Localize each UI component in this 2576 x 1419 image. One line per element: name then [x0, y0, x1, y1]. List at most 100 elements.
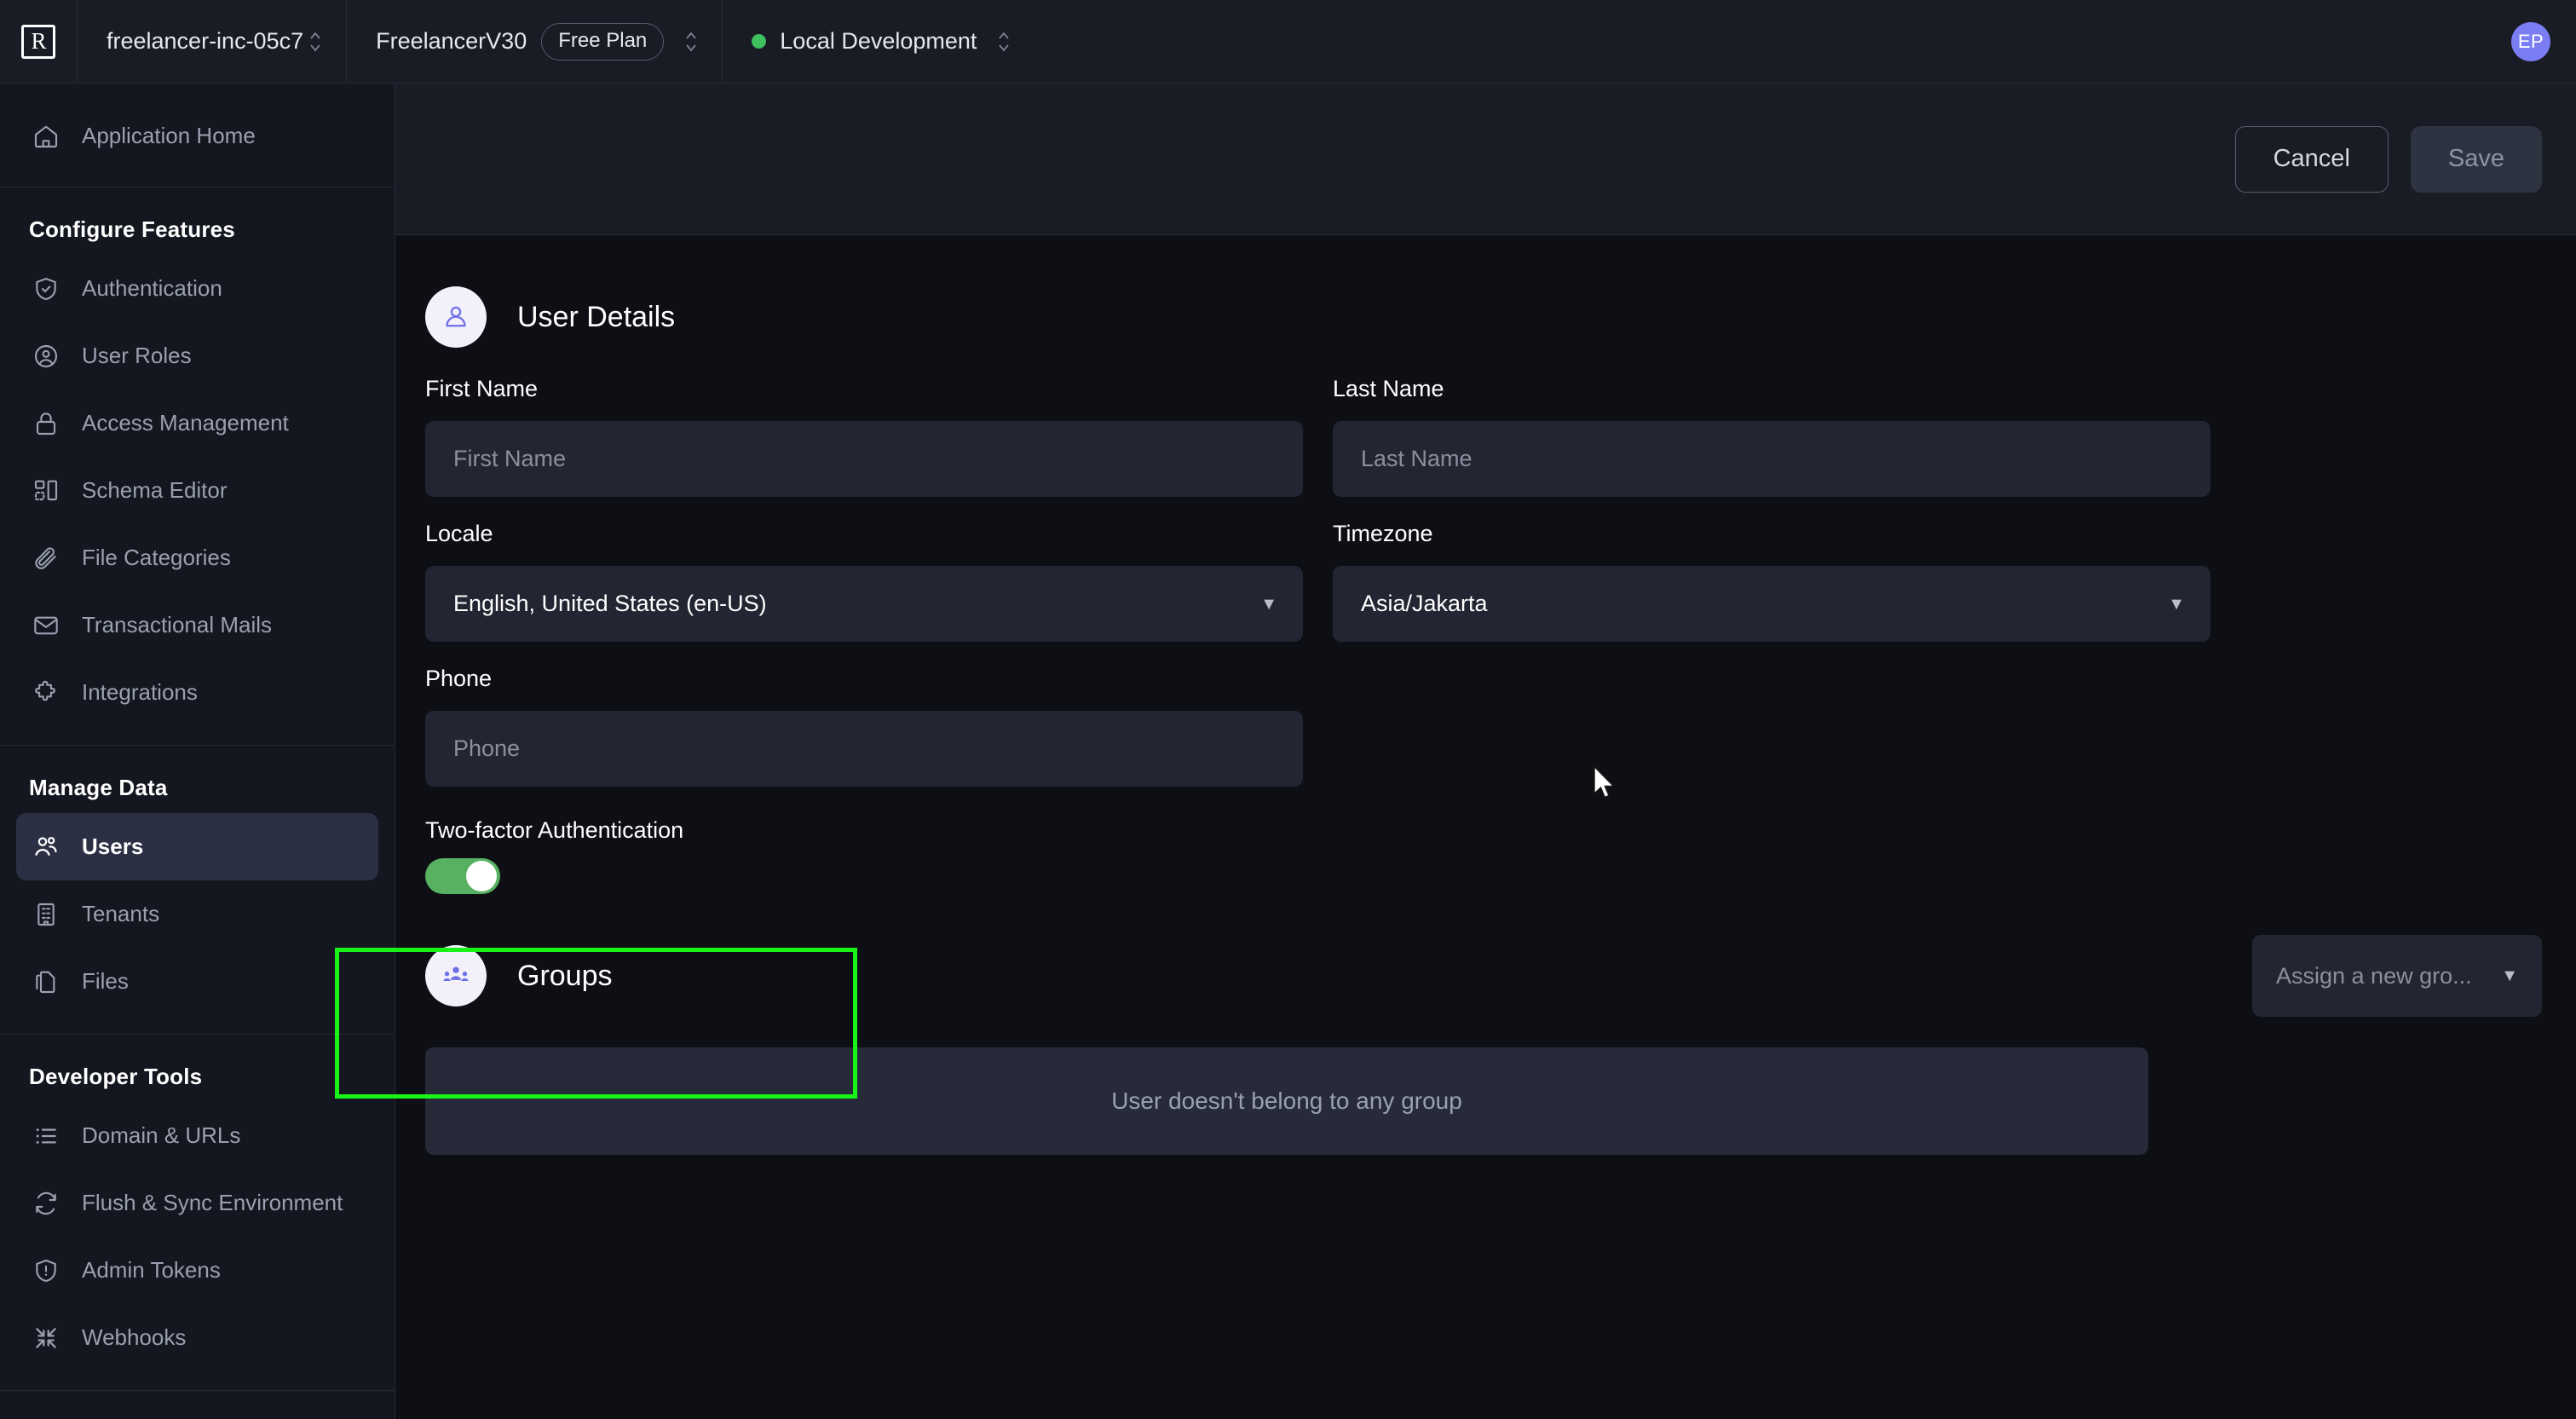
groups-empty-state: User doesn't belong to any group [425, 1047, 2148, 1155]
schema-icon [30, 475, 62, 507]
sidebar-item-integrations[interactable]: Integrations [16, 659, 378, 726]
sidebar-section-developer-tools: Developer Tools Domain & URLs Flush & Sy… [0, 1035, 395, 1391]
sidebar-section-title: Developer Tools [29, 1064, 203, 1089]
two-factor-authentication-group: Two-factor Authentication [395, 817, 2576, 894]
environment-status-dot-icon [752, 34, 767, 49]
last-name-placeholder: Last Name [1361, 446, 1472, 471]
sidebar-item-label: Integrations [82, 679, 198, 705]
sidebar-item-label: Transactional Mails [82, 612, 273, 637]
environment-switcher[interactable]: Local Development [723, 0, 1034, 84]
sidebar-item-webhooks[interactable]: Webhooks [16, 1304, 378, 1371]
locale-select[interactable]: English, United States (en-US) ▼ [425, 566, 1303, 642]
timezone-value: Asia/Jakarta [1361, 591, 1488, 616]
org-name: freelancer-inc-05c7 [107, 28, 304, 54]
sidebar-item-label: Access Management [82, 410, 289, 436]
sidebar-item-label: Application Home [82, 123, 256, 148]
last-name-label: Last Name [1333, 376, 1444, 401]
first-name-field-group: First Name First Name [425, 376, 1303, 497]
sidebar-item-label: Flush & Sync Environment [82, 1190, 343, 1215]
sidebar-item-tenants[interactable]: Tenants [16, 880, 378, 948]
list-icon [30, 1120, 62, 1152]
sidebar-item-label: Files [82, 968, 129, 994]
phone-input[interactable]: Phone [425, 711, 1303, 787]
phone-label: Phone [425, 666, 493, 691]
sidebar-item-users[interactable]: Users [16, 813, 378, 880]
shield-alert-icon [30, 1255, 62, 1287]
group-icon [425, 945, 487, 1007]
sidebar-item-label: User Roles [82, 343, 192, 368]
chevron-down-icon[interactable]: ▼ [2168, 596, 2185, 613]
top-bar: R freelancer-inc-05c7 FreelancerV30 Free… [0, 0, 2576, 84]
assign-group-placeholder: Assign a new gro... [2276, 962, 2472, 989]
building-icon [30, 898, 62, 931]
sidebar-section-home: Application Home [0, 84, 395, 187]
chevron-down-icon[interactable]: ▼ [2501, 967, 2518, 984]
sidebar-section-configure-features: Configure Features Authentication User R… [0, 187, 395, 746]
two-factor-label: Two-factor Authentication [425, 817, 684, 843]
chevron-updown-icon-2[interactable] [679, 23, 703, 61]
sidebar-item-access-management[interactable]: Access Management [16, 389, 378, 457]
project-name: FreelancerV30 [376, 28, 527, 54]
project-switcher[interactable]: FreelancerV30 Free Plan [347, 0, 722, 84]
timezone-field-group: Timezone Asia/Jakarta ▼ [1333, 521, 2210, 642]
timezone-select[interactable]: Asia/Jakarta ▼ [1333, 566, 2210, 642]
user-circle-icon [30, 340, 62, 372]
user-details-header: User Details [395, 286, 2576, 348]
first-name-label: First Name [425, 376, 539, 401]
toggle-knob [466, 861, 497, 891]
timezone-label: Timezone [1333, 521, 1433, 546]
first-name-input[interactable]: First Name [425, 421, 1303, 497]
paperclip-icon [30, 542, 62, 574]
two-factor-toggle[interactable] [425, 858, 500, 894]
user-icon [425, 286, 487, 348]
environment-name: Local Development [780, 28, 977, 54]
phone-field-group: Phone Phone [425, 666, 1303, 787]
sidebar-item-authentication[interactable]: Authentication [16, 255, 378, 322]
chevron-down-icon[interactable]: ▼ [1260, 596, 1277, 613]
sidebar-item-label: Schema Editor [82, 477, 228, 503]
sidebar: Application Home Configure Features Auth… [0, 84, 395, 1419]
first-name-placeholder: First Name [453, 446, 567, 471]
assign-group-select[interactable]: Assign a new gro... ▼ [2252, 935, 2542, 1017]
sidebar-item-schema-editor[interactable]: Schema Editor [16, 457, 378, 524]
lock-icon [30, 407, 62, 440]
sidebar-item-flush-and-sync-environment[interactable]: Flush & Sync Environment [16, 1169, 378, 1237]
puzzle-icon [30, 677, 62, 709]
sidebar-item-label: File Categories [82, 545, 231, 570]
avatar[interactable]: EP [2511, 22, 2550, 61]
sidebar-item-label: Users [82, 834, 144, 859]
groups-title: Groups [517, 959, 613, 992]
sidebar-item-admin-tokens[interactable]: Admin Tokens [16, 1237, 378, 1304]
sidebar-item-files[interactable]: Files [16, 948, 378, 1015]
mail-icon [30, 609, 62, 642]
app-logo[interactable]: R [21, 24, 55, 59]
form-grid-spacer [1333, 666, 2210, 810]
sidebar-item-transactional-mails[interactable]: Transactional Mails [16, 591, 378, 659]
sidebar-item-user-roles[interactable]: User Roles [16, 322, 378, 389]
sidebar-item-domain-and-urls[interactable]: Domain & URLs [16, 1102, 378, 1169]
sidebar-item-application-home[interactable]: Application Home [16, 102, 378, 170]
sync-icon [30, 1187, 62, 1220]
sidebar-item-file-categories[interactable]: File Categories [16, 524, 378, 591]
last-name-input[interactable]: Last Name [1333, 421, 2210, 497]
last-name-field-group: Last Name Last Name [1333, 376, 2210, 497]
home-icon [30, 120, 62, 153]
sidebar-item-label: Admin Tokens [82, 1257, 221, 1283]
collapse-arrows-icon [30, 1322, 62, 1354]
sidebar-item-label: Webhooks [82, 1324, 187, 1350]
org-switcher[interactable]: freelancer-inc-05c7 [78, 0, 346, 84]
chevron-updown-icon[interactable] [303, 23, 327, 61]
chevron-updown-icon-3[interactable] [992, 23, 1016, 61]
save-button[interactable]: Save [2410, 125, 2542, 193]
cancel-button[interactable]: Cancel [2234, 125, 2389, 193]
groups-header: Groups Assign a new gro... ▼ [395, 935, 2576, 1017]
sidebar-item-label: Tenants [82, 901, 160, 926]
locale-value: English, United States (en-US) [453, 591, 767, 616]
locale-label: Locale [425, 521, 493, 546]
sidebar-item-label: Authentication [82, 275, 222, 301]
plan-badge[interactable]: Free Plan [541, 22, 665, 61]
files-icon [30, 966, 62, 998]
main-content: Cancel Save User Details First Name Firs… [395, 84, 2576, 1419]
shield-check-icon [30, 273, 62, 305]
user-details-form: First Name First Name Last Name Last Nam… [395, 376, 2576, 810]
